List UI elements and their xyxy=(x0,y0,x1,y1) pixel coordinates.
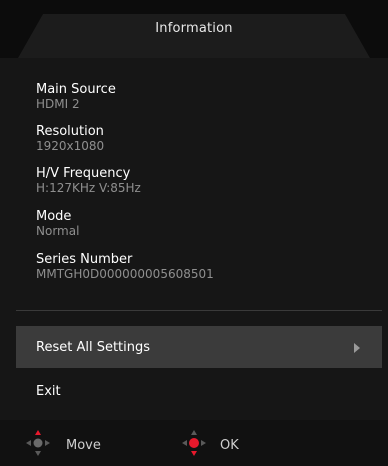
info-label: Main Source xyxy=(36,82,116,97)
chevron-right-icon xyxy=(354,343,360,353)
footer-hint-bar: Move OK xyxy=(0,420,388,466)
menu-item-label: Reset All Settings xyxy=(36,340,151,355)
dpad-move-icon xyxy=(26,430,50,456)
reset-all-settings-button[interactable]: Reset All Settings xyxy=(16,326,382,368)
info-label: Series Number xyxy=(36,252,133,267)
info-hv-frequency: H/V Frequency H:127KHz V:85Hz xyxy=(36,166,141,195)
info-mode: Mode Normal xyxy=(36,209,79,238)
info-value: MMTGH0D000000005608501 xyxy=(36,267,214,281)
exit-button[interactable]: Exit xyxy=(16,370,382,412)
section-divider xyxy=(16,310,382,311)
info-value: 1920x1080 xyxy=(36,139,105,153)
ok-hint-label: OK xyxy=(220,438,239,453)
info-main-source: Main Source HDMI 2 xyxy=(36,82,116,111)
info-label: Resolution xyxy=(36,124,104,139)
info-value: H:127KHz V:85Hz xyxy=(36,181,141,195)
page-title: Information xyxy=(155,21,233,36)
info-series-number: Series Number MMTGH0D000000005608501 xyxy=(36,252,214,281)
monitor-osd-panel: Information Main Source HDMI 2 Resolutio… xyxy=(0,0,388,466)
info-label: H/V Frequency xyxy=(36,166,131,181)
info-label: Mode xyxy=(36,209,72,224)
info-value: Normal xyxy=(36,224,80,238)
menu-item-label: Exit xyxy=(36,384,61,399)
dpad-ok-icon xyxy=(182,430,206,456)
info-resolution: Resolution 1920x1080 xyxy=(36,124,104,153)
info-value: HDMI 2 xyxy=(36,97,80,111)
move-hint-label: Move xyxy=(66,438,101,453)
